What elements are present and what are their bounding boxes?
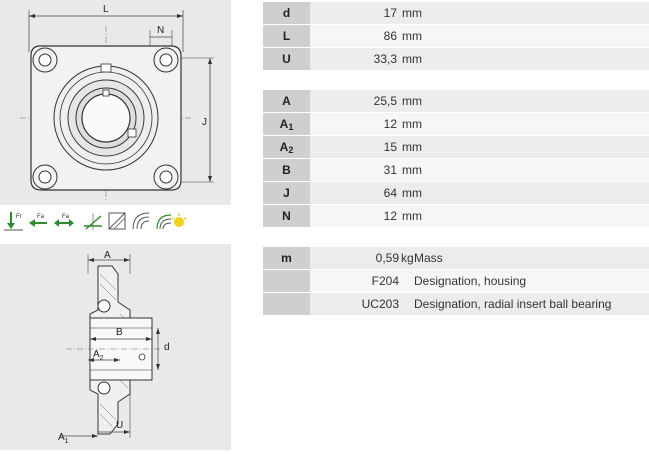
spec-unit: mm [402, 94, 422, 108]
spec-unit: mm [402, 140, 422, 154]
misalignment-angle-icon [82, 210, 104, 232]
spec-key [263, 293, 310, 315]
spec-unit: mm [402, 209, 422, 223]
spec-value: 64 [383, 186, 397, 200]
spec-key: A2 [263, 136, 310, 158]
svg-text:Fa: Fa [62, 214, 70, 220]
spec-value: 17 [383, 6, 397, 20]
front-view-svg: L N J [20, 4, 214, 200]
svg-text:Fa: Fa [37, 214, 45, 220]
spec-key: B [263, 159, 310, 181]
spec-value: 12 [383, 117, 397, 131]
seal-icon [106, 210, 128, 232]
spec-row-N: N 12 mm [263, 205, 649, 227]
spec-key: A [263, 90, 310, 112]
spec-key: L [263, 25, 310, 47]
section-view-drawing: A B A2 d A1 U [0, 244, 231, 450]
spec-description: Designation, housing [414, 274, 527, 288]
dim-label-J: J [202, 117, 207, 128]
dim-label-U: U [116, 420, 123, 431]
spec-key: U [263, 48, 310, 70]
spec-key: J [263, 182, 310, 204]
spec-row-L: L 86 mm [263, 25, 649, 47]
spec-key: m [263, 247, 310, 269]
spec-description: Mass [414, 251, 443, 265]
spec-row-housing: F204 Designation, housing [263, 270, 649, 292]
spec-row-d: d 17 mm [263, 2, 649, 24]
dim-label-A: A [104, 250, 111, 261]
spec-key: d [263, 2, 310, 24]
spec-unit: kg [401, 251, 414, 265]
spec-unit: mm [402, 29, 422, 43]
spec-row-A1: A1 12 mm [263, 113, 649, 135]
spec-unit: mm [402, 52, 422, 66]
section-view-svg: A B A2 d A1 U [58, 250, 170, 445]
spec-value: 12 [383, 209, 397, 223]
front-view-drawing: L N J [0, 0, 231, 205]
dim-label-N: N [157, 25, 164, 36]
spec-unit: mm [402, 117, 422, 131]
spec-value: 0,59 [375, 251, 399, 265]
spec-row-A2: A2 15 mm [263, 136, 649, 158]
spec-value: UC203 [361, 297, 399, 311]
dim-label-d: d [164, 342, 170, 353]
spec-row-J: J 64 mm [263, 182, 649, 204]
spec-description: Designation, radial insert ball bearing [414, 297, 612, 311]
spec-row-mass: m 0,59 kg Mass [263, 247, 649, 269]
dim-label-A1: A1 [58, 432, 69, 445]
bidirectional-axial-load-icon: Fa [53, 210, 75, 232]
lubrication-icon [168, 210, 190, 232]
spec-row-U: U 33,3 mm [263, 48, 649, 70]
spec-row-insert-bearing: UC203 Designation, radial insert ball be… [263, 293, 649, 315]
radial-load-icon: Fr [3, 210, 25, 232]
dim-label-B: B [116, 327, 123, 338]
spec-row-B: B 31 mm [263, 159, 649, 181]
seal-variant-icon [130, 210, 152, 232]
spec-key: N [263, 205, 310, 227]
spec-value: 31 [383, 163, 397, 177]
bearing-properties-icon-strip: Fr Fa Fa [0, 207, 231, 235]
spec-value: 15 [383, 140, 397, 154]
spec-unit: mm [402, 163, 422, 177]
spec-unit: mm [402, 6, 422, 20]
spec-value: F204 [371, 274, 399, 288]
spec-value: 25,5 [373, 94, 397, 108]
spec-key [263, 270, 310, 292]
spec-unit: mm [402, 186, 422, 200]
spec-value: 33,3 [373, 52, 397, 66]
axial-load-icon: Fa [28, 210, 50, 232]
spec-key: A1 [263, 113, 310, 135]
spec-value: 86 [383, 29, 397, 43]
spec-row-A: A 25,5 mm [263, 90, 649, 112]
svg-text:Fr: Fr [16, 214, 22, 220]
dim-label-L: L [103, 4, 109, 15]
